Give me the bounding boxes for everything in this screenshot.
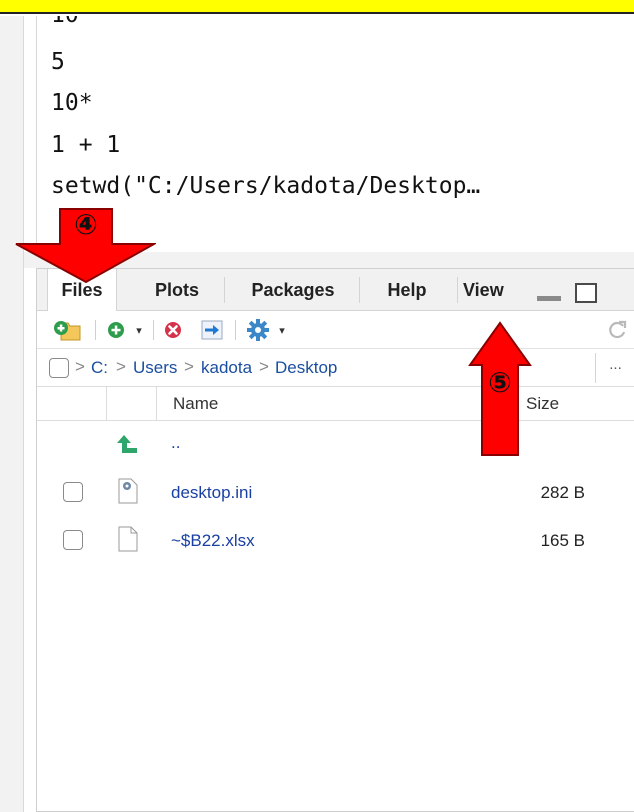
minimize-icon bbox=[537, 296, 561, 301]
files-pane: Files Plots Packages Help View ▾ ▾ > C: … bbox=[36, 268, 634, 812]
tab-viewer[interactable]: View bbox=[463, 269, 535, 311]
more-button[interactable] bbox=[243, 311, 273, 349]
file-row[interactable]: desktop.ini 282 B bbox=[37, 469, 634, 517]
breadcrumb-users[interactable]: Users bbox=[133, 358, 177, 378]
history-line[interactable]: 1 + 1 bbox=[51, 132, 120, 158]
file-name-link[interactable]: desktop.ini bbox=[171, 483, 252, 503]
more-dropdown[interactable]: ▾ bbox=[273, 311, 291, 349]
maximize-pane-button[interactable] bbox=[575, 283, 597, 303]
new-blank-file-icon bbox=[108, 322, 124, 338]
file-row[interactable]: ~$B22.xlsx 165 B bbox=[37, 517, 634, 565]
header-checkbox-column bbox=[37, 387, 107, 421]
header-icon-column bbox=[107, 387, 157, 421]
files-toolbar: ▾ ▾ bbox=[37, 311, 634, 349]
delete-icon bbox=[165, 322, 181, 338]
toolbar-divider bbox=[235, 320, 236, 340]
rstudio-window: 10 5 10* 1 + 1 setwd("C:/Users/kadota/De… bbox=[0, 0, 634, 812]
file-checkbox[interactable] bbox=[63, 482, 83, 502]
column-name-label: Name bbox=[173, 394, 219, 413]
new-blank-file-button[interactable] bbox=[103, 311, 129, 349]
settings-file-icon bbox=[118, 478, 138, 504]
breadcrumb-separator: > bbox=[75, 357, 85, 376]
new-folder-icon bbox=[54, 321, 81, 341]
refresh-icon bbox=[609, 320, 627, 339]
header-name-column[interactable]: Name bbox=[157, 387, 509, 421]
select-all-checkbox[interactable] bbox=[49, 358, 69, 378]
top-banner bbox=[0, 0, 634, 14]
file-size: 165 B bbox=[540, 531, 585, 550]
breadcrumb-desktop[interactable]: Desktop bbox=[275, 358, 337, 378]
blank-file-icon bbox=[118, 526, 138, 552]
annotation-number-5: ⑤ bbox=[488, 366, 512, 399]
breadcrumb-c[interactable]: C: bbox=[91, 358, 108, 378]
minimize-pane-button[interactable] bbox=[537, 283, 561, 301]
left-pane-edge bbox=[0, 16, 24, 812]
file-checkbox[interactable] bbox=[63, 530, 83, 550]
breadcrumb-separator: > bbox=[184, 357, 194, 376]
breadcrumb: > C: > Users > kadota > Desktop ... bbox=[37, 349, 634, 387]
history-line[interactable]: 10* bbox=[51, 90, 93, 116]
tab-divider bbox=[224, 277, 225, 303]
rename-icon bbox=[201, 320, 223, 340]
annotation-number-4: ④ bbox=[74, 208, 98, 241]
go-up-icon bbox=[117, 435, 137, 453]
history-line[interactable]: setwd("C:/Users/kadota/Desktop… bbox=[51, 173, 480, 199]
file-size: 282 B bbox=[540, 483, 585, 502]
rename-button[interactable] bbox=[195, 311, 229, 349]
breadcrumb-separator: > bbox=[116, 357, 126, 376]
breadcrumb-separator: > bbox=[259, 357, 269, 376]
toolbar-divider bbox=[153, 320, 154, 340]
tab-packages[interactable]: Packages bbox=[229, 269, 357, 311]
gear-icon bbox=[247, 319, 269, 341]
chevron-down-icon: ▾ bbox=[279, 323, 285, 337]
parent-directory-link[interactable]: .. bbox=[171, 433, 180, 453]
breadcrumb-more-button[interactable]: ... bbox=[595, 353, 634, 383]
file-list-header: Name Size bbox=[37, 387, 634, 421]
toolbar-divider bbox=[95, 320, 96, 340]
tab-divider bbox=[457, 277, 458, 303]
refresh-button[interactable] bbox=[603, 311, 631, 349]
history-line[interactable]: 10 bbox=[51, 16, 79, 28]
file-name-link[interactable]: ~$B22.xlsx bbox=[171, 531, 255, 551]
delete-button[interactable] bbox=[159, 311, 187, 349]
new-file-dropdown[interactable]: ▾ bbox=[129, 311, 149, 349]
chevron-down-icon: ▾ bbox=[136, 323, 142, 337]
breadcrumb-kadota[interactable]: kadota bbox=[201, 358, 252, 378]
tab-help[interactable]: Help bbox=[362, 269, 452, 311]
parent-directory-row[interactable]: .. bbox=[37, 421, 634, 469]
new-folder-button[interactable] bbox=[47, 311, 87, 349]
tab-divider bbox=[359, 277, 360, 303]
history-line[interactable]: 5 bbox=[51, 49, 65, 75]
